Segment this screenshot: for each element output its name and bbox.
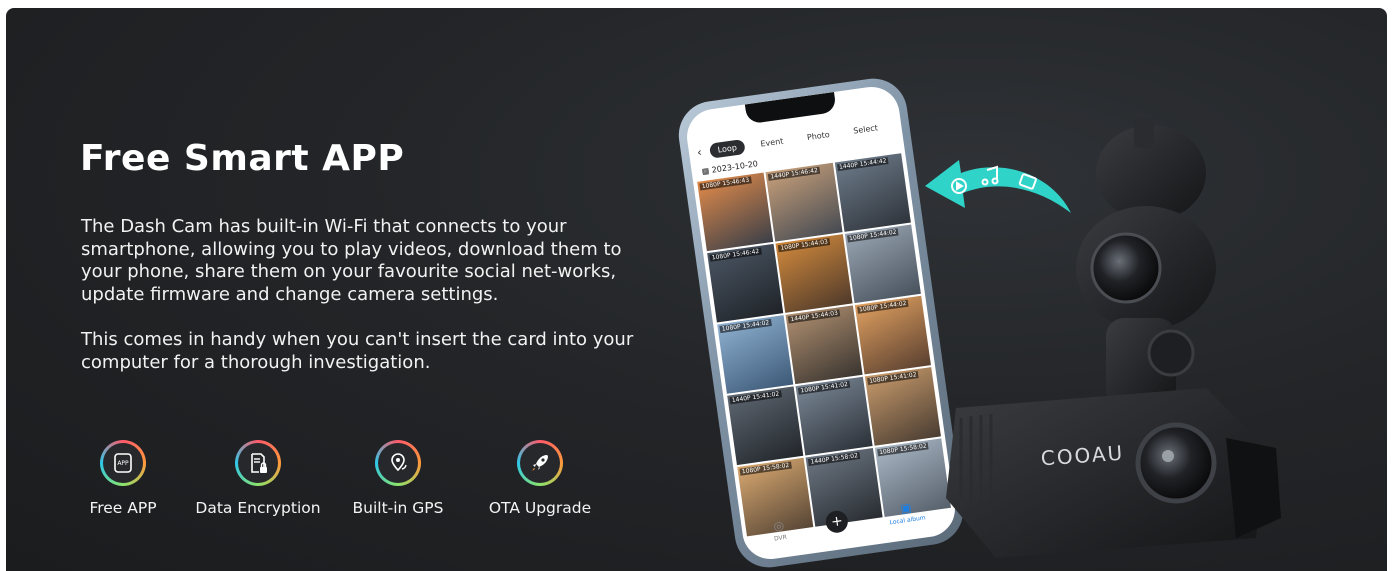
video-thumbnail[interactable]: 1440P 15:44:03 — [785, 305, 863, 385]
video-thumbnail[interactable]: 1080P 15:44:02 — [854, 295, 931, 375]
feature-label: OTA Upgrade — [488, 499, 592, 517]
description-paragraph-1: The Dash Cam has built-in Wi-Fi that con… — [81, 216, 622, 305]
video-thumbnail[interactable]: 1080P 15:46:42 — [707, 243, 784, 323]
video-thumbnail[interactable]: 1440P 15:44:42 — [834, 153, 911, 232]
back-icon[interactable]: ‹ — [696, 145, 703, 160]
hero-banner: Free Smart APP The Dash Cam has built-in… — [6, 8, 1387, 571]
feature-built-in-gps: Built-in GPS — [348, 440, 448, 517]
video-thumbnail[interactable]: 1080P 15:41:02 — [795, 376, 873, 456]
feature-free-app: APP Free APP — [88, 440, 158, 517]
nav-local-album[interactable]: ▣ Local album — [887, 498, 926, 526]
app-icon: APP — [114, 453, 132, 473]
tab-select[interactable]: Select — [844, 119, 886, 140]
nav-dvr[interactable]: ◎ DVR — [771, 517, 787, 542]
calendar-icon: ▦ — [701, 166, 710, 177]
description-paragraph-2: This comes in handy when you can't inser… — [81, 329, 634, 373]
tab-loop[interactable]: Loop — [708, 138, 746, 159]
dash-cam-image: COOAU — [946, 118, 1281, 558]
feature-ota-upgrade: OTA Upgrade — [482, 440, 598, 517]
rocket-icon — [532, 455, 548, 471]
app-screen: ‹ Loop Event Photo Select ▦ 2023-10-20 1… — [683, 83, 959, 563]
feature-label: Free APP — [89, 499, 157, 517]
feature-data-encryption: Data Encryption — [192, 440, 324, 517]
video-thumbnail[interactable]: 1440P 15:41:02 — [727, 386, 804, 466]
video-thumbnail[interactable]: 1080P 15:41:02 — [864, 367, 941, 446]
date-label: 2023-10-20 — [711, 159, 759, 175]
tab-event[interactable]: Event — [751, 132, 792, 152]
page-title: Free Smart APP — [80, 138, 405, 179]
svg-text:APP: APP — [117, 460, 129, 467]
tab-photo[interactable]: Photo — [798, 125, 839, 145]
camera-icon: ◎ — [772, 517, 785, 534]
lock-document-icon — [251, 453, 267, 473]
album-icon: ▣ — [899, 499, 913, 516]
nav-add[interactable]: + — [824, 509, 850, 535]
video-thumbnail[interactable]: 1080P 15:46:43 — [697, 172, 774, 252]
video-thumbnail[interactable]: 1080P 15:44:02 — [844, 224, 921, 304]
feature-label: Data Encryption — [195, 499, 321, 517]
video-thumbnail[interactable]: 1440P 15:46:42 — [765, 162, 843, 242]
video-thumbnail[interactable]: 1080P 15:44:03 — [775, 234, 853, 313]
plus-icon: + — [824, 509, 850, 535]
feature-label: Built-in GPS — [352, 499, 444, 517]
gps-pin-icon — [391, 453, 407, 472]
video-thumbnail-grid: 1080P 15:46:43 1440P 15:46:42 1440P 15:4… — [697, 153, 951, 537]
video-thumbnail[interactable]: 1080P 15:44:02 — [717, 315, 794, 394]
app-tab-bar: ‹ Loop Event Photo Select — [696, 114, 895, 163]
